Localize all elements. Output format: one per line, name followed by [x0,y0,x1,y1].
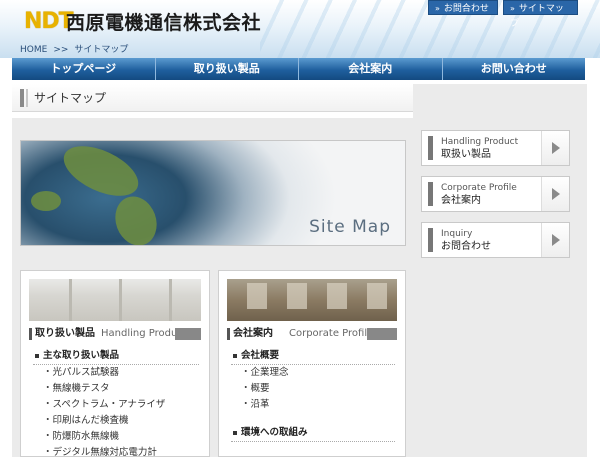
play-arrow-icon [541,177,569,211]
side-button-marker [428,182,433,206]
products-photo [29,279,201,321]
nav-item-products[interactable]: 取り扱い製品 [156,58,299,80]
side-button-ja-label: お問合わせ [441,241,491,252]
company-link-history[interactable]: ・沿革 [241,399,270,411]
products-card: 取り扱い製品 Handling Product 主な取り扱い製品 ・光パルス試験… [20,270,210,457]
company-section-title[interactable]: 会社概要 [233,350,279,362]
company-card: 会社案内 Corporate Profile 会社概要 ・企業理念 ・概要 ・沿… [218,270,406,457]
breadcrumb-current: サイトマップ [74,45,129,55]
top-link-contact-label: お問合わせ [443,4,489,14]
photo-detail [367,283,387,309]
side-button-en-label: Handling Product [441,137,519,147]
double-chevron-icon: » [435,4,440,13]
heading-marker [29,328,32,340]
company-section-environment[interactable]: 環境への取組み [233,427,308,439]
products-link-solder-inspection[interactable]: ・印刷はんだ検査機 [43,415,129,427]
title-marker [20,89,24,107]
breadcrumb: HOME >> サイトマップ [20,44,128,56]
photo-detail [287,283,307,309]
hero-globe-land [108,190,164,245]
side-button-en-label: Corporate Profile [441,183,517,193]
link-label: 光パルス試験器 [52,367,120,378]
side-button-corporate-profile[interactable]: Corporate Profile 会社案内 [421,176,570,212]
link-label: デジタル無線対応電力計 [52,447,157,457]
divider [33,364,199,365]
side-button-marker [428,228,433,252]
link-label: スペクトラム・アナライザ [52,399,166,410]
products-link-otdr[interactable]: ・光パルス試験器 [43,367,119,379]
breadcrumb-separator: >> [53,45,69,55]
products-heading: 取り扱い製品 Handling Product [29,327,201,341]
heading-marker [227,328,230,340]
play-arrow-icon [541,131,569,165]
link-label: 概要 [250,383,270,394]
products-title-en: Handling Product [101,328,187,339]
title-marker-secondary [26,89,28,107]
company-link-overview[interactable]: ・概要 [241,383,270,395]
global-nav: トップページ 取り扱い製品 会社案内 お問い合わせ [12,58,585,80]
products-section-title[interactable]: 主な取り扱い製品 [35,350,119,362]
play-arrow-icon [541,223,569,257]
products-link-power-meter[interactable]: ・デジタル無線対応電力計 [43,447,157,457]
products-title[interactable]: 取り扱い製品 [35,327,95,341]
side-button-inquiry[interactable]: Inquiry お問合わせ [421,222,570,258]
page-title: サイトマップ [34,91,107,105]
double-chevron-icon: » [510,4,515,13]
side-button-marker [428,136,433,160]
page-title-bar: サイトマップ [12,84,413,112]
hero-banner: Site Map [20,140,406,246]
company-link-philosophy[interactable]: ・企業理念 [241,367,289,379]
top-link-contact[interactable]: » お問合わせ [428,0,498,15]
side-button-ja-label: 取扱い製品 [441,149,491,160]
company-name[interactable]: 西原電機通信株式会社 [66,11,261,35]
breadcrumb-home[interactable]: HOME [20,45,47,55]
divider [231,441,395,442]
heading-tail-bar [175,328,201,340]
nav-item-top[interactable]: トップページ [12,58,156,80]
products-link-spectrum-analyzer[interactable]: ・スペクトラム・アナライザ [43,399,165,411]
top-link-sitemap[interactable]: » サイトマップ [503,0,578,29]
photo-detail [247,283,267,309]
products-link-explosion-proof-radio[interactable]: ・防爆防水無線機 [43,431,119,443]
company-heading: 会社案内 Corporate Profile [227,327,397,341]
nav-item-contact[interactable]: お問い合わせ [443,58,586,80]
company-title-en: Corporate Profile [289,328,374,339]
company-photo [227,279,397,321]
photo-detail [119,279,122,321]
photo-detail [327,283,347,309]
nav-item-company[interactable]: 会社案内 [299,58,443,80]
divider [231,364,395,365]
company-title[interactable]: 会社案内 [233,327,273,341]
side-button-en-label: Inquiry [441,229,473,239]
side-button-handling-product[interactable]: Handling Product 取扱い製品 [421,130,570,166]
link-label: 沿革 [250,399,270,410]
site-header: NDT 西原電機通信株式会社 » お問合わせ » サイトマップ HOME >> サイトマ… [0,0,600,58]
photo-detail [169,279,172,321]
photo-detail [69,279,72,321]
link-label: 印刷はんだ検査機 [52,415,129,426]
link-label: 防爆防水無線機 [52,431,120,442]
hero-caption: Site Map [309,217,391,237]
hero-globe-land [31,191,61,211]
link-label: 企業理念 [250,367,289,378]
side-button-ja-label: 会社案内 [441,195,481,206]
products-link-radio-tester[interactable]: ・無線機テスタ [43,383,110,395]
link-label: 無線機テスタ [52,383,110,394]
heading-tail-bar [367,328,397,340]
